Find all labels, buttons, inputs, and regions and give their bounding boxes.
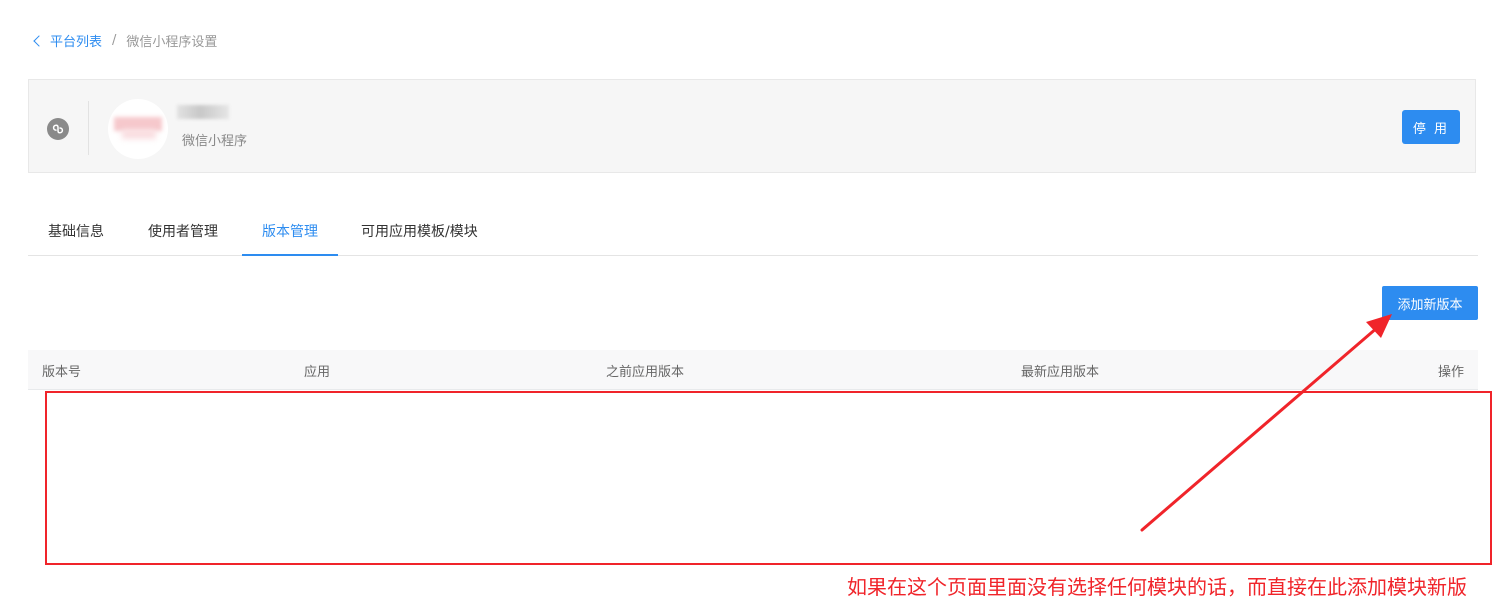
annotation-text: 如果在这个页面里面没有选择任何模块的话，而直接在此添加模块新版 — [847, 575, 1467, 599]
annotation-arrow — [1140, 314, 1392, 532]
